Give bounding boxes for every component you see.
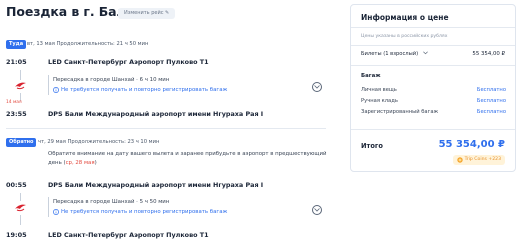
outbound-arrive-airport: DPS Бали Международный аэропорт имени Нг… <box>48 110 264 118</box>
outbound-depart-airport: LED Санкт-Петербург Аэропорт Пулково Т1 <box>48 58 209 66</box>
baggage-row-checked: Зарегистрированный багаж Бесплатно <box>361 109 506 115</box>
inbound-depart-time: 00:55 <box>6 181 27 189</box>
inbound-badge: Обратно <box>6 138 37 147</box>
baggage-value: Бесплатно <box>476 109 506 115</box>
outbound-arrive-time: 23:55 <box>6 110 27 118</box>
trip-coins-text: Trip Coins +223 <box>464 157 501 162</box>
outbound-depart-time: 21:05 <box>6 58 27 66</box>
divider <box>6 128 326 129</box>
transfer-text: Пересадка в городе Шанхай · 6 ч 10 мин <box>53 77 170 83</box>
transfer-text: Пересадка в городе Шанхай · 5 ч 50 мин <box>53 199 170 205</box>
change-flight-button[interactable]: Изменить рейс ✎ <box>118 8 176 19</box>
baggage-row-carryon: Ручная кладь Бесплатно <box>361 98 506 104</box>
divider <box>351 65 515 66</box>
inbound-transfer: Пересадка в городе Шанхай · 5 ч 50 мин Н… <box>48 197 328 217</box>
transfer-note: Не требуется получать и повторно регистр… <box>53 207 328 217</box>
chevron-down-icon <box>314 208 320 212</box>
baggage-row-personal: Личная вещь Бесплатно <box>361 87 506 93</box>
chevron-down-icon <box>422 51 428 55</box>
outbound-badge: Туда <box>6 40 27 49</box>
timeline-line <box>20 215 21 225</box>
total-label: Итого <box>361 142 383 150</box>
inbound-arrive-time: 19:05 <box>6 231 27 239</box>
divider <box>351 27 515 28</box>
timeline-line <box>20 193 21 201</box>
inbound-meta: чт, 29 мая Продолжительность: 23 ч 10 ми… <box>38 139 160 145</box>
trip-coins-badge: Trip Coins +223 <box>452 155 505 165</box>
tickets-label: Билеты (1 взрослый) <box>361 51 419 57</box>
expand-inbound-button[interactable] <box>312 205 322 215</box>
expand-outbound-button[interactable] <box>312 82 322 92</box>
total-price: 55 354,00 ₽ <box>438 139 505 150</box>
airline-logo-icon <box>15 82 26 90</box>
notice-end: ) <box>94 160 97 166</box>
price-currency-note: Цены указаны в российских рублях <box>361 34 448 39</box>
info-icon <box>53 87 59 93</box>
price-card-title: Информация о цене <box>361 13 449 22</box>
inbound-arrive-airport: LED Санкт-Петербург Аэропорт Пулково Т1 <box>48 231 209 239</box>
divider <box>351 45 515 46</box>
chevron-down-icon <box>314 85 320 89</box>
transfer-note-text: Не требуется получать и повторно регистр… <box>61 209 228 215</box>
tickets-price: 55 354,00 ₽ <box>472 51 505 57</box>
baggage-label: Ручная кладь <box>361 98 398 104</box>
baggage-value: Бесплатно <box>476 98 506 104</box>
inbound-notice: Обратите внимание на дату вашего вылета … <box>48 150 333 168</box>
baggage-value: Бесплатно <box>476 87 506 93</box>
inbound-depart-airport: DPS Бали Международный аэропорт имени Нг… <box>48 181 264 189</box>
tickets-toggle[interactable]: Билеты (1 взрослый) <box>361 51 428 57</box>
divider <box>351 129 515 130</box>
timeline-line <box>20 70 21 80</box>
baggage-title: Багаж <box>361 73 381 79</box>
notice-date: ср, 28 мая <box>65 160 95 166</box>
coin-icon <box>456 157 463 163</box>
transfer-note: Не требуется получать и повторно регистр… <box>53 85 328 95</box>
baggage-label: Зарегистрированный багаж <box>361 109 439 115</box>
transfer-note-text: Не требуется получать и повторно регистр… <box>61 87 228 93</box>
info-icon <box>53 209 59 215</box>
outbound-transfer: Пересадка в городе Шанхай · 6 ч 10 мин Н… <box>48 75 328 95</box>
airline-logo-icon <box>15 204 26 212</box>
outbound-next-day: 14 мая <box>6 100 22 105</box>
price-card: Информация о цене Цены указаны в российс… <box>350 4 516 172</box>
outbound-meta: вт, 13 мая Продолжительность: 21 ч 50 ми… <box>27 41 149 47</box>
baggage-label: Личная вещь <box>361 87 397 93</box>
page-title: Поездка в г. Бали <box>6 4 135 19</box>
